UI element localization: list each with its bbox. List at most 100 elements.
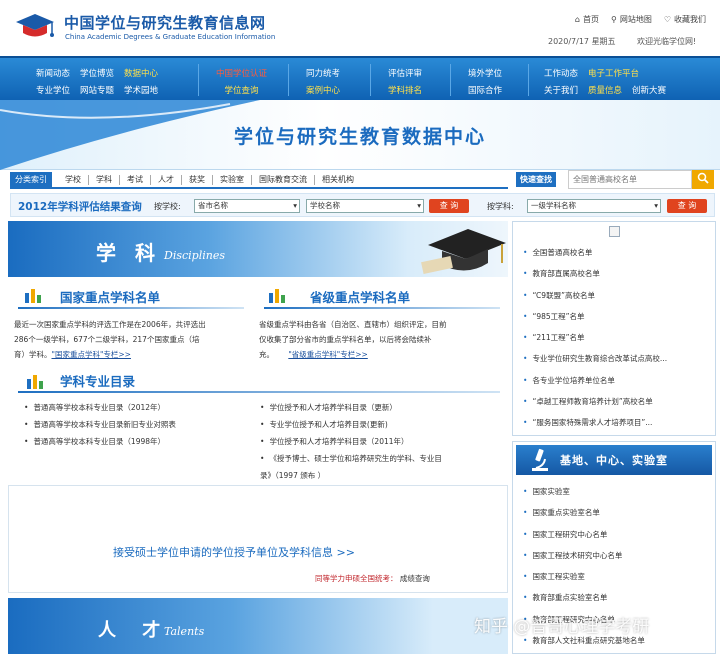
category-tabs: 分类索引 学校 学科 考试 人才 获奖 实验室 国际教育交流 相关机构 <box>10 172 508 189</box>
query-school-button[interactable]: 查 询 <box>429 199 469 213</box>
nav-ranking[interactable]: 学科排名 <box>388 83 422 100</box>
list-item[interactable]: 全国普通高校名单 <box>523 242 711 263</box>
list-item[interactable]: 国家工程研究中心名单 <box>523 524 711 545</box>
tab-intl-exchange[interactable]: 国际教育交流 <box>251 174 314 185</box>
bar-chart-icon <box>269 289 285 303</box>
national-key-subjects-heading[interactable]: 国家重点学科名单 <box>60 287 160 306</box>
apply-info-link[interactable]: 接受硕士学位申请的学位授予单位及学科信息 >> <box>113 544 355 560</box>
tab-institutions[interactable]: 相关机构 <box>314 174 361 185</box>
list-item[interactable]: “服务国家特殊需求人才培养项目”... <box>523 412 711 433</box>
list-item[interactable]: 普通高等学校本科专业目录（1998年） <box>24 433 176 450</box>
nav-divider <box>370 64 371 96</box>
apply-sub-label: 同等学力申硕全国统考： <box>315 574 398 583</box>
list-item[interactable]: “985工程”名单 <box>523 306 711 327</box>
nav-group-6: 工作动态 电子工作平台 关于我们 质量信息 创新大赛 <box>544 66 676 100</box>
provincial-key-subjects-link[interactable]: "省级重点学科"专栏>> <box>288 350 367 359</box>
disciplines-title: 学 科 <box>96 241 161 265</box>
apply-sub-line: 同等学力申硕全国统考： 成绩查询 <box>315 573 430 584</box>
nav-topics[interactable]: 网站专题 <box>80 83 114 100</box>
tab-school[interactable]: 学校 <box>58 175 88 185</box>
tab-lab[interactable]: 实验室 <box>212 174 251 185</box>
base-center-lab-title: 基地、中心、实验室 <box>560 454 668 467</box>
national-key-subjects-text: 最近一次国家重点学科的评选工作是在2006年，共评选出 286个一级学科，677… <box>14 320 206 359</box>
list-item[interactable]: 《授予博士、硕士学位和培养研究生的学科、专业目 <box>260 450 442 467</box>
nav-quality[interactable]: 质量信息 <box>588 83 622 100</box>
nav-divider <box>288 64 289 96</box>
nav-news[interactable]: 新闻动态 <box>36 66 70 83</box>
nav-divider <box>528 64 529 96</box>
search-button[interactable] <box>692 170 714 189</box>
divider <box>18 307 244 309</box>
map-pin-icon: ⚲ <box>610 15 617 24</box>
sitemap-link[interactable]: ⚲ 网站地图 <box>611 14 652 25</box>
nav-expo[interactable]: 学位博览 <box>80 66 114 83</box>
main-nav: 新闻动态 学位博览 数据中心 专业学位 网站专题 学术园地 中国学位认证 学位查询 同力… <box>0 56 720 100</box>
nav-academic[interactable]: 学术园地 <box>124 83 158 100</box>
list-item[interactable]: 专业学位研究生教育综合改革试点高校... <box>523 348 711 369</box>
nav-group-5: 境外学位 国际合作 <box>468 66 502 100</box>
graduation-cap-logo-icon[interactable] <box>14 12 56 42</box>
national-key-subjects-link[interactable]: "国家重点学科"专栏>> <box>52 350 131 359</box>
nav-degree-query[interactable]: 学位查询 <box>225 83 259 100</box>
quick-search-input[interactable] <box>568 170 692 189</box>
nav-overseas[interactable]: 境外学位 <box>468 66 502 83</box>
nav-group-1: 新闻动态 学位博览 数据中心 专业学位 网站专题 学术园地 <box>36 66 168 100</box>
nav-data-center[interactable]: 数据中心 <box>124 66 158 83</box>
provincial-key-subjects-heading[interactable]: 省级重点学科名单 <box>310 287 410 306</box>
list-item[interactable]: “C9联盟”高校名单 <box>523 285 711 306</box>
nav-work-news[interactable]: 工作动态 <box>544 66 578 83</box>
data-center-banner: 学位与研究生教育数据中心 <box>0 100 720 170</box>
tab-exam[interactable]: 考试 <box>119 174 150 185</box>
score-query-link[interactable]: 成绩查询 <box>400 574 430 583</box>
tab-awards[interactable]: 获奖 <box>181 174 212 185</box>
tab-subject[interactable]: 学科 <box>88 174 119 185</box>
by-school-label: 按学校: <box>154 202 181 211</box>
tab-category-index[interactable]: 分类索引 <box>10 172 52 187</box>
province-select[interactable]: 省市名称 <box>194 199 300 213</box>
query-title: 2012年学科评估结果查询 <box>18 201 142 213</box>
list-item[interactable]: 学位授予和人才培养学科目录（2011年） <box>260 433 442 450</box>
list-item[interactable]: 普通高等学校本科专业目录（2012年） <box>24 399 176 416</box>
list-item[interactable]: 国家实验室 <box>523 481 711 502</box>
bookmark-link[interactable]: ♡ 收藏我们 <box>664 14 706 25</box>
nav-international[interactable]: 国际合作 <box>468 83 502 100</box>
nav-exam[interactable]: 同力统考 <box>306 66 340 83</box>
list-item[interactable]: “卓越工程师教育培养计划”高校名单 <box>523 391 711 412</box>
list-item[interactable]: 学位授予和人才培养学科目录（更新） <box>260 399 442 416</box>
quick-search-label: 快速查找 <box>516 172 556 187</box>
main-content: 学 科 Disciplines 国家重点学科名单 最近一次国家重点学科的评选工作… <box>8 221 508 654</box>
home-icon: ⌂ <box>574 15 580 24</box>
mortarboard-icon <box>421 229 506 274</box>
zhihu-watermark: 知乎 @普哥心理学考研 <box>474 617 650 637</box>
site-title[interactable]: 中国学位与研究生教育信息网 <box>64 12 266 33</box>
apply-info-box: 接受硕士学位申请的学位授予单位及学科信息 >> 同等学力申硕全国统考： 成绩查询 <box>8 485 508 593</box>
list-item[interactable]: 专业学位授予和人才培养目录(更新) <box>260 416 442 433</box>
list-item[interactable]: 教育部直属高校名单 <box>523 263 711 284</box>
banner-title: 学位与研究生教育数据中心 <box>233 126 486 148</box>
list-item[interactable]: “211工程”名单 <box>523 327 711 348</box>
list-item-continued[interactable]: 录》（1997 颁布 ） <box>260 471 325 480</box>
nav-e-platform[interactable]: 电子工作平台 <box>588 66 639 83</box>
divider <box>18 391 500 393</box>
home-link[interactable]: ⌂ 首页 <box>575 14 599 25</box>
list-item[interactable]: 普通高等学校本科专业目录新旧专业对照表 <box>24 416 176 433</box>
nav-evaluation[interactable]: 评估评审 <box>388 66 422 83</box>
nav-contest[interactable]: 创新大赛 <box>632 83 666 100</box>
list-item[interactable]: 各专业学位培养单位名单 <box>523 370 711 391</box>
nav-professional[interactable]: 专业学位 <box>36 83 70 100</box>
query-subject-button[interactable]: 查 询 <box>667 199 707 213</box>
subject-select[interactable]: 一级学科名称 <box>527 199 661 213</box>
nav-cases[interactable]: 案例中心 <box>306 83 340 100</box>
nav-about[interactable]: 关于我们 <box>544 83 578 100</box>
subject-catalog-heading[interactable]: 学科专业目录 <box>60 371 135 390</box>
search-icon <box>697 172 709 184</box>
list-item[interactable]: 教育部重点实验室名单 <box>523 587 711 608</box>
catalog-list-left: 普通高等学校本科专业目录（2012年） 普通高等学校本科专业目录新旧专业对照表 … <box>24 399 176 450</box>
nav-cert[interactable]: 中国学位认证 <box>216 66 267 83</box>
list-item[interactable]: 国家工程技术研究中心名单 <box>523 545 711 566</box>
list-item[interactable]: 国家工程实验室 <box>523 566 711 587</box>
list-item[interactable]: 国家重点实验室名单 <box>523 502 711 523</box>
tab-talent[interactable]: 人才 <box>150 174 181 185</box>
catalog-list-right: 学位授予和人才培养学科目录（更新） 专业学位授予和人才培养目录(更新) 学位授予… <box>260 399 442 484</box>
school-select[interactable]: 学校名称 <box>306 199 424 213</box>
